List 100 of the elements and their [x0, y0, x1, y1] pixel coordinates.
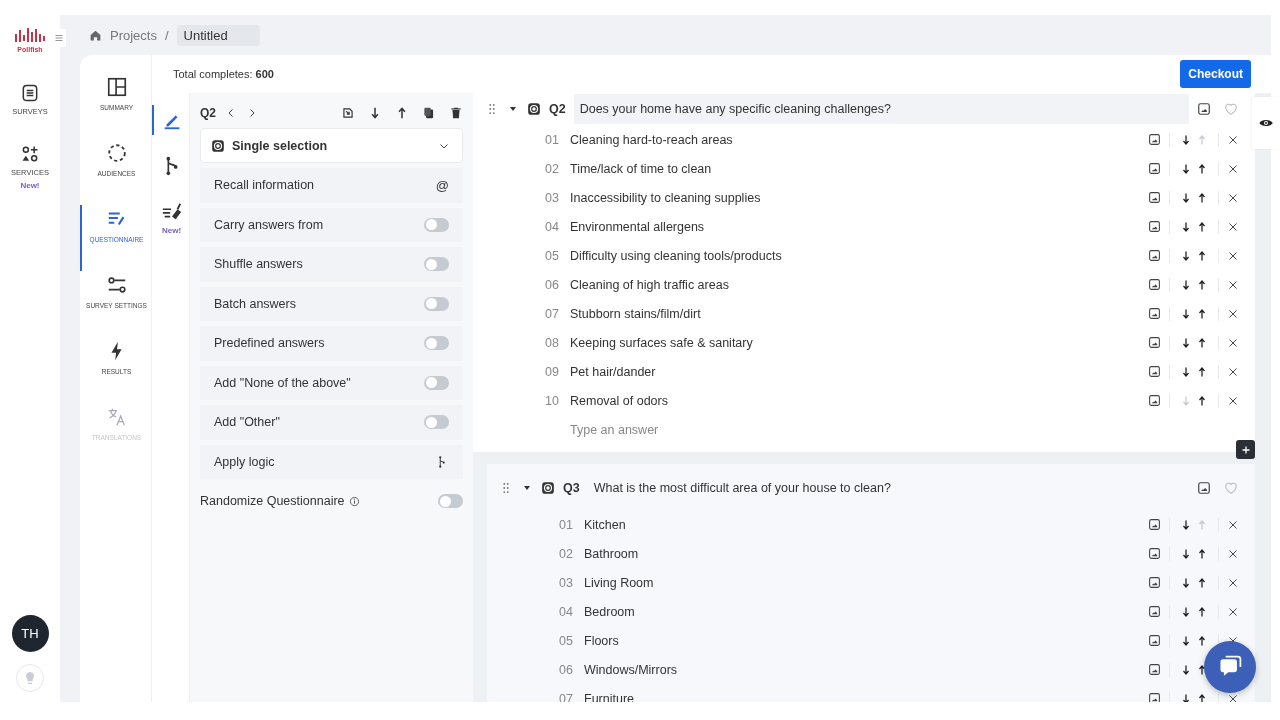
answer-number: 04	[559, 604, 574, 619]
option-row[interactable]: Recall information @	[200, 168, 463, 203]
move-icon[interactable]	[341, 106, 355, 120]
answer-text[interactable]: Living Room	[584, 575, 654, 590]
image-icon[interactable]	[1148, 191, 1161, 204]
close-icon[interactable]	[1227, 576, 1239, 589]
image-icon[interactable]	[1197, 102, 1211, 116]
image-icon[interactable]	[1148, 278, 1161, 291]
image-icon[interactable]	[1148, 394, 1161, 407]
close-icon[interactable]	[1227, 518, 1239, 531]
answer-text[interactable]: Difficulty using cleaning tools/products	[570, 248, 782, 263]
new-label: New!	[20, 181, 40, 190]
image-icon[interactable]	[1148, 518, 1161, 531]
checkout-button[interactable]: Checkout	[1180, 60, 1251, 88]
option-row[interactable]: Add "Other"	[200, 405, 463, 440]
toggle-switch[interactable]	[424, 375, 449, 390]
option-label: Add "None of the above"	[214, 375, 351, 390]
image-icon[interactable]	[1197, 481, 1211, 495]
option-row[interactable]: Predefined answers	[200, 326, 463, 361]
image-icon[interactable]	[1148, 692, 1161, 702]
answer-text[interactable]: Bathroom	[584, 546, 639, 561]
answer-text[interactable]: Cleaning hard-to-reach areas	[570, 132, 733, 147]
close-icon[interactable]	[1227, 307, 1239, 320]
at-symbol[interactable]: @	[435, 177, 449, 193]
answer-number: 10	[545, 393, 560, 408]
answer-text[interactable]: Kitchen	[584, 517, 626, 532]
close-icon[interactable]	[1227, 692, 1239, 702]
answer-number: 03	[559, 575, 574, 590]
answer-text[interactable]: Furniture	[584, 691, 635, 702]
image-icon[interactable]	[1148, 249, 1161, 262]
answer-number: 03	[545, 190, 560, 205]
image-icon[interactable]	[1148, 547, 1161, 560]
answer-text[interactable]: Removal of odors	[570, 393, 668, 408]
answer-text[interactable]: Cleaning of high traffic areas	[570, 277, 729, 292]
answer-text[interactable]: Environmental allergens	[570, 219, 705, 234]
answer-text[interactable]: Floors	[584, 633, 619, 648]
option-row[interactable]: Apply logic	[200, 444, 463, 479]
answer-text[interactable]: Stubborn stains/film/dirt	[570, 306, 701, 321]
option-label: Recall information	[214, 178, 315, 193]
answer-number: 04	[545, 219, 560, 234]
answer-text[interactable]: Inaccessibility to cleaning supplies	[570, 190, 761, 205]
answer-number: 07	[545, 306, 560, 321]
answer-text[interactable]: Pet hair/dander	[570, 364, 656, 379]
toggle-switch[interactable]	[424, 217, 449, 232]
total-completes: Total completes: 600	[173, 68, 274, 80]
option-row[interactable]: Carry answers from	[200, 207, 463, 242]
option-row[interactable]: Add "None of the above"	[200, 365, 463, 400]
answer-text[interactable]: Windows/Mirrors	[584, 662, 678, 677]
image-icon[interactable]	[1148, 220, 1161, 233]
close-icon[interactable]	[1227, 365, 1239, 378]
close-icon[interactable]	[1227, 547, 1239, 560]
image-icon[interactable]	[1148, 133, 1161, 146]
answer-text[interactable]: Keeping surfaces safe & sanitary	[570, 335, 753, 350]
image-icon[interactable]	[1148, 634, 1161, 647]
document-icon	[20, 83, 40, 103]
answer-number: 09	[545, 364, 560, 379]
toggle-switch[interactable]	[424, 336, 449, 351]
image-icon[interactable]	[1148, 336, 1161, 349]
image-icon[interactable]	[1148, 605, 1161, 618]
image-icon[interactable]	[1148, 663, 1161, 676]
close-icon[interactable]	[1227, 605, 1239, 618]
logo-icon[interactable]	[14, 26, 46, 44]
close-icon[interactable]	[1227, 336, 1239, 349]
close-icon[interactable]	[1227, 249, 1239, 262]
image-icon[interactable]	[1148, 365, 1161, 378]
toggle-switch[interactable]	[424, 257, 449, 272]
close-icon[interactable]	[1227, 191, 1239, 204]
toggle-switch[interactable]	[424, 296, 449, 311]
preview-button[interactable]	[1252, 97, 1280, 149]
trash-icon[interactable]	[449, 106, 463, 120]
answer-number: 06	[545, 277, 560, 292]
answer-text[interactable]: Bedroom	[584, 604, 635, 619]
question-text-field[interactable]: Does your home have any specific cleaning challenges?	[573, 94, 1189, 124]
breadcrumb-link[interactable]: Projects	[110, 27, 157, 43]
option-label: Randomize Questionnaire	[200, 494, 345, 508]
image-icon[interactable]	[1148, 162, 1161, 175]
image-icon[interactable]	[1148, 307, 1161, 320]
close-icon[interactable]	[1227, 394, 1239, 407]
question-type-select[interactable]: Single selection	[200, 128, 463, 163]
toggle-switch[interactable]	[438, 494, 463, 508]
toggle-switch[interactable]	[424, 415, 449, 430]
answer-text[interactable]: Time/lack of time to clean	[570, 161, 712, 176]
project-name-field[interactable]: Untitled	[176, 24, 260, 46]
answer-number: 06	[559, 662, 574, 677]
close-icon[interactable]	[1227, 162, 1239, 175]
copy-icon[interactable]	[422, 106, 436, 120]
question-text-field[interactable]: What is the most difficult area of your house to clean?	[587, 473, 1189, 503]
option-row[interactable]: Shuffle answers	[200, 247, 463, 282]
tool-tab[interactable]: New!	[151, 197, 190, 239]
close-icon[interactable]	[1227, 278, 1239, 291]
info-icon[interactable]	[348, 495, 360, 507]
question-number: Q2	[549, 102, 566, 116]
answer-input[interactable]: Type an answer	[570, 422, 770, 437]
home-icon[interactable]	[89, 28, 102, 42]
option-row[interactable]: Batch answers	[200, 286, 463, 321]
avatar[interactable]: TH	[11, 615, 49, 652]
close-icon[interactable]	[1227, 133, 1239, 146]
add-question-button[interactable]	[1236, 440, 1255, 459]
close-icon[interactable]	[1227, 220, 1239, 233]
image-icon[interactable]	[1148, 576, 1161, 589]
